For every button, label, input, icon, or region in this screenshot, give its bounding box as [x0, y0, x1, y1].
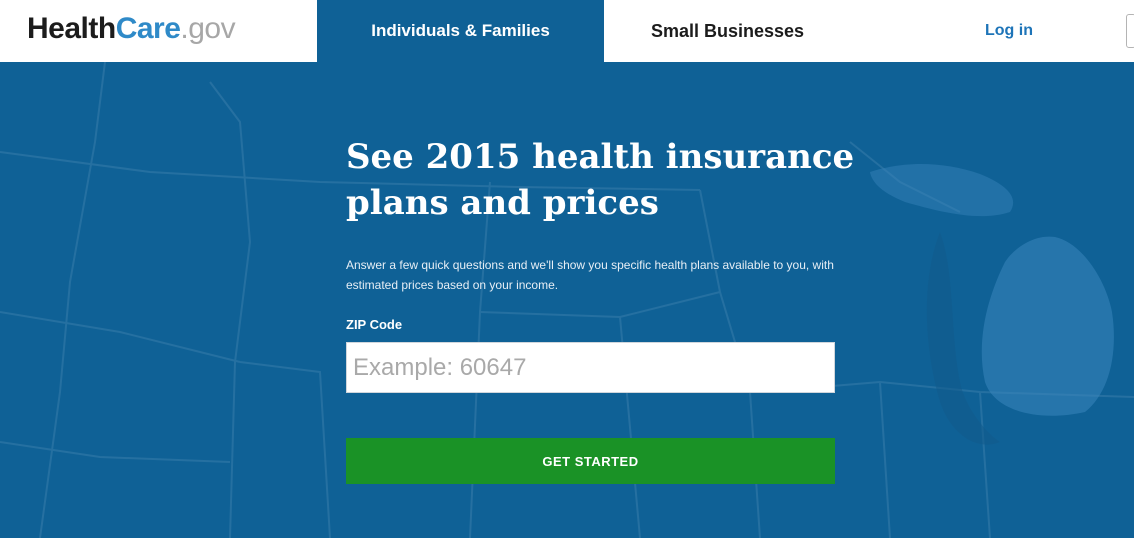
- hero-headline: See 2015 health insurance plans and pric…: [346, 137, 855, 223]
- search-toggle-edge[interactable]: [1126, 14, 1134, 48]
- map-michigan-lower: [981, 236, 1114, 416]
- map-michigan-upper: [870, 164, 1014, 217]
- logo-text-care: Care: [115, 12, 181, 45]
- tab-individuals-families[interactable]: Individuals & Families: [317, 0, 604, 62]
- zip-code-input[interactable]: [346, 342, 835, 393]
- get-started-button[interactable]: GET STARTED: [346, 438, 835, 484]
- zip-code-label: ZIP Code: [346, 317, 403, 332]
- login-link[interactable]: Log in: [968, 0, 1050, 62]
- healthcare-gov-logo[interactable]: HealthCare.gov: [27, 11, 236, 47]
- tab-small-businesses[interactable]: Small Businesses: [605, 0, 850, 62]
- hero-subtext: Answer a few quick questions and we'll s…: [346, 258, 834, 292]
- hero-section: See 2015 health insurance plans and pric…: [0, 62, 1134, 538]
- logo-text-gov: .gov: [180, 12, 236, 45]
- logo-text-health: Health: [27, 12, 116, 45]
- site-header: HealthCare.gov Individuals & Families Sm…: [0, 0, 1134, 62]
